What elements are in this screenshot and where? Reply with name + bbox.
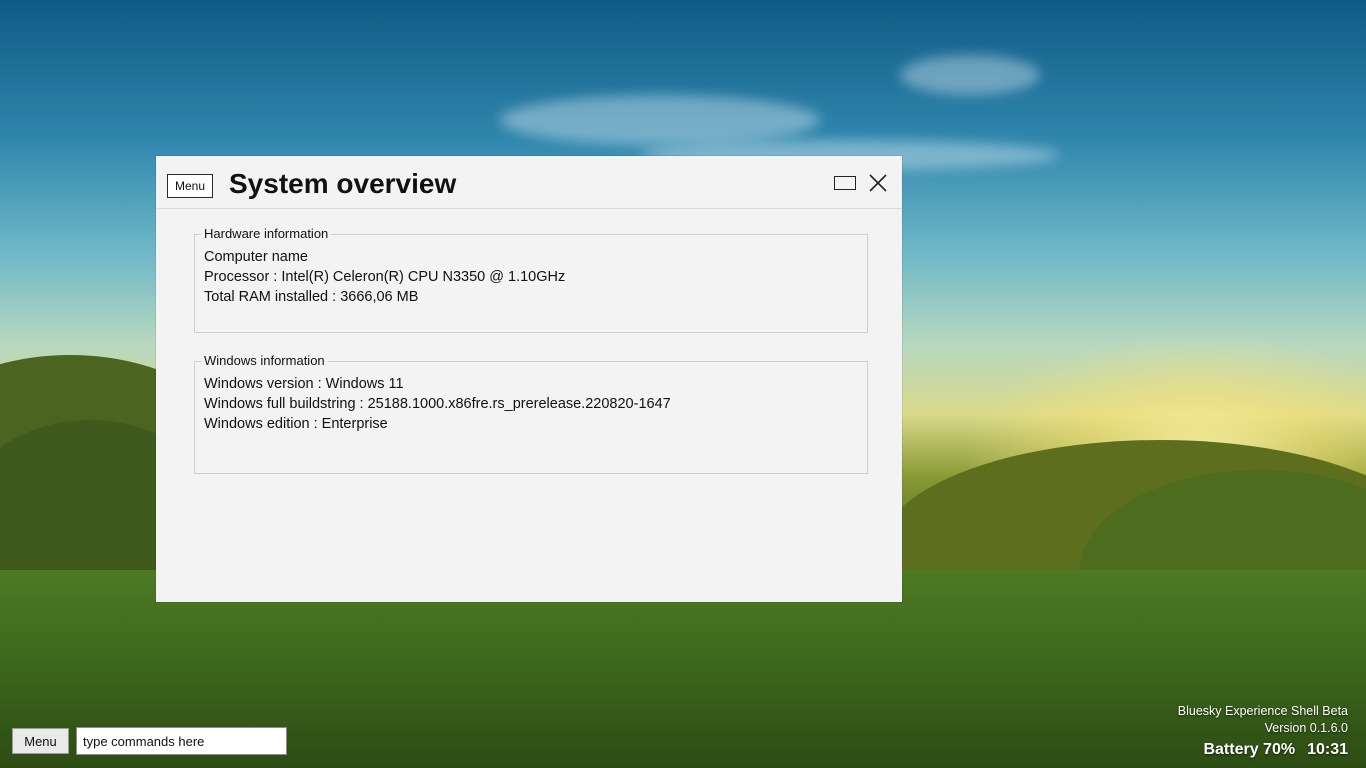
desktop: Menu System overview Hardware informatio… [0, 0, 1366, 768]
window-menu-button[interactable]: Menu [167, 174, 213, 198]
window-titlebar[interactable]: Menu System overview [156, 156, 902, 209]
group-legend: Hardware information [201, 226, 332, 241]
close-icon[interactable] [867, 172, 889, 194]
windows-version-line: Windows version : Windows 11 [204, 376, 404, 392]
processor-line: Processor : Intel(R) Celeron(R) CPU N335… [204, 269, 566, 285]
computer-name-line: Computer name [204, 249, 308, 265]
taskbar-menu-button[interactable]: Menu [12, 728, 69, 754]
hardware-info-lines: Computer name Processor : Intel(R) Celer… [204, 247, 565, 307]
wallpaper-cloud [500, 95, 820, 145]
windows-information-group: Windows information Windows version : Wi… [194, 353, 868, 474]
shell-version: Version 0.1.6.0 [1264, 721, 1348, 735]
ram-line: Total RAM installed : 3666,06 MB [204, 289, 419, 305]
wallpaper-cloud [900, 55, 1040, 95]
maximize-icon[interactable] [834, 176, 856, 190]
hardware-information-group: Hardware information Computer name Proce… [194, 226, 868, 333]
windows-info-lines: Windows version : Windows 11 Windows ful… [204, 374, 671, 434]
system-overview-window: Menu System overview Hardware informatio… [156, 156, 902, 602]
battery-status: Battery 70% [1203, 741, 1296, 758]
window-title: System overview [229, 168, 457, 199]
clock: 10:31 [1307, 741, 1348, 758]
group-legend: Windows information [201, 353, 328, 368]
windows-edition-line: Windows edition : Enterprise [204, 416, 388, 432]
windows-buildstring-line: Windows full buildstring : 25188.1000.x8… [204, 396, 671, 412]
shell-info: Bluesky Experience Shell Beta Version 0.… [1178, 703, 1348, 761]
shell-name: Bluesky Experience Shell Beta [1177, 704, 1348, 718]
shell-status: Battery 70% 10:31 [1178, 739, 1348, 761]
command-input[interactable] [76, 727, 287, 755]
